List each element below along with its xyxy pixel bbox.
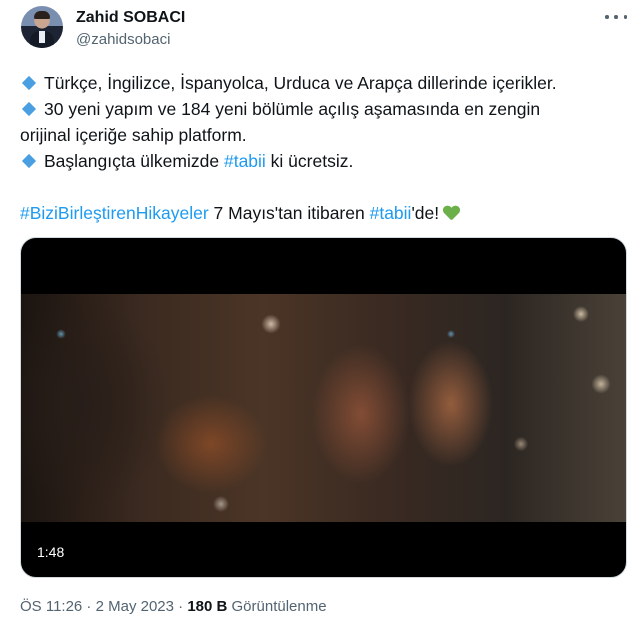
blue-diamond-icon <box>21 154 37 169</box>
tweet-line-2-cont: orijinal içeriğe sahip platform. <box>20 125 247 145</box>
blue-diamond-icon <box>21 102 37 117</box>
tweet-line-1: Türkçe, İngilizce, İspanyolca, Urduca ve… <box>20 70 620 96</box>
tweet-text: Türkçe, İngilizce, İspanyolca, Urduca ve… <box>20 70 620 226</box>
avatar-hair <box>34 11 50 19</box>
tweet-line-4: #BiziBirleştirenHikayeler 7 Mayıs'tan it… <box>20 200 620 226</box>
avatar[interactable] <box>21 6 63 48</box>
views-count: 180 B <box>187 598 228 615</box>
author-name[interactable]: Zahid SOBACI <box>76 9 185 27</box>
tweet-line-2: 30 yeni yapım ve 184 yeni bölümle açılış… <box>20 96 620 122</box>
video-player[interactable]: 1:48 <box>20 237 627 578</box>
tweet-line-3: Başlangıçta ülkemizde #tabii ki ücretsiz… <box>20 148 620 174</box>
views-label: Görüntülenme <box>227 598 327 615</box>
video-duration: 1:48 <box>31 542 71 562</box>
video-frame <box>21 294 626 522</box>
hashtag-tabii[interactable]: #tabii <box>370 203 412 223</box>
green-heart-icon <box>443 206 459 220</box>
hashtag-bizibirlestirenhikayeler[interactable]: #BiziBirleştirenHikayeler <box>20 203 209 223</box>
author-handle[interactable]: @zahidsobaci <box>76 31 170 48</box>
tweet-meta: ÖS 11:26 · 2 May 2023 · 180 B Görüntülen… <box>20 598 327 615</box>
hashtag-tabii[interactable]: #tabii <box>224 151 266 171</box>
timestamp[interactable]: ÖS 11:26 · 2 May 2023 · <box>20 598 187 615</box>
more-options-icon[interactable] <box>605 10 627 24</box>
avatar-shirt <box>39 31 45 43</box>
tweet: Zahid SOBACI @zahidsobaci Türkçe, İngili… <box>0 0 640 630</box>
blue-diamond-icon <box>21 76 37 91</box>
